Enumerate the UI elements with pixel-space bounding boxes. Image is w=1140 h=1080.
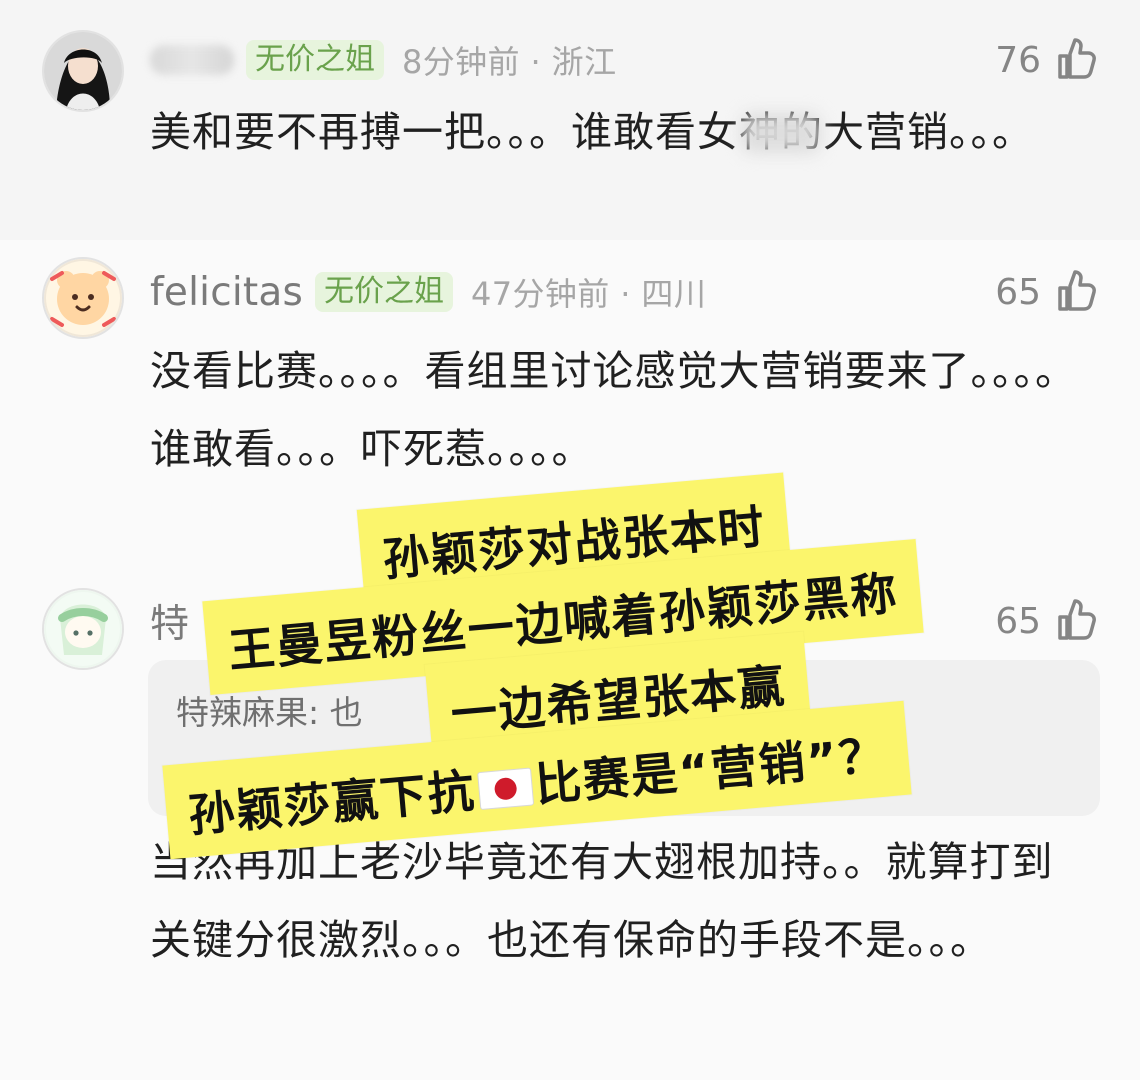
like-count: 65 <box>995 271 1041 313</box>
overlay-line-4-end: 比赛是“营销”？ <box>533 727 889 813</box>
overlay-line-4-start: 孙颖莎赢下抗 <box>186 763 479 843</box>
blurred-username[interactable] <box>150 45 234 75</box>
like-count: 76 <box>995 39 1041 81</box>
japan-flag-icon <box>477 767 535 811</box>
like-button[interactable]: 65 <box>995 591 1098 651</box>
comment-header: felicitas 无价之姐 47分钟前 · 四川 <box>150 262 706 322</box>
comment-1: 无价之姐 8分钟前 · 浙江 76 美和要不再搏一把。。。谁敢看女神的大营销。。… <box>0 0 1140 240</box>
comment-time-location: 8分钟前 · 浙江 <box>402 43 617 81</box>
reply-preview-text: 特辣麻果: 也 <box>176 686 363 734</box>
like-count: 65 <box>995 600 1041 642</box>
comment-text: 没看比赛。。。。看组里讨论感觉大营销要来了。。。。谁敢看。。。吓死惹。。。。 <box>150 347 1077 473</box>
username[interactable]: 特 <box>150 593 189 649</box>
username[interactable]: felicitas <box>150 270 303 315</box>
comment-time-location: 47分钟前 · 四川 <box>470 275 707 313</box>
thumbs-up-icon <box>1058 270 1096 311</box>
avatar-bear-icon <box>44 259 122 337</box>
comment-text: 美和要不再搏一把。。。谁敢看女神的大营销。。。 <box>150 108 1034 156</box>
reply-author[interactable]: 特辣麻果: <box>176 693 319 732</box>
comment-header: 无价之姐 8分钟前 · 浙江 <box>150 30 616 90</box>
avatar[interactable] <box>42 257 124 339</box>
like-button[interactable]: 76 <box>995 30 1098 90</box>
avatar[interactable] <box>42 588 124 670</box>
avatar-cartoon-icon <box>44 590 122 668</box>
reply-content: 也 <box>329 693 363 732</box>
user-badge: 无价之姐 <box>314 271 453 313</box>
like-button[interactable]: 65 <box>995 262 1098 322</box>
blurred-text-censor <box>741 113 821 153</box>
comment-header: 特 <box>150 591 201 651</box>
avatar[interactable] <box>42 30 124 112</box>
user-badge: 无价之姐 <box>246 39 384 81</box>
thumbs-up-icon <box>1058 38 1096 79</box>
avatar-photo-icon <box>44 32 122 110</box>
thumbs-up-icon <box>1058 599 1096 640</box>
